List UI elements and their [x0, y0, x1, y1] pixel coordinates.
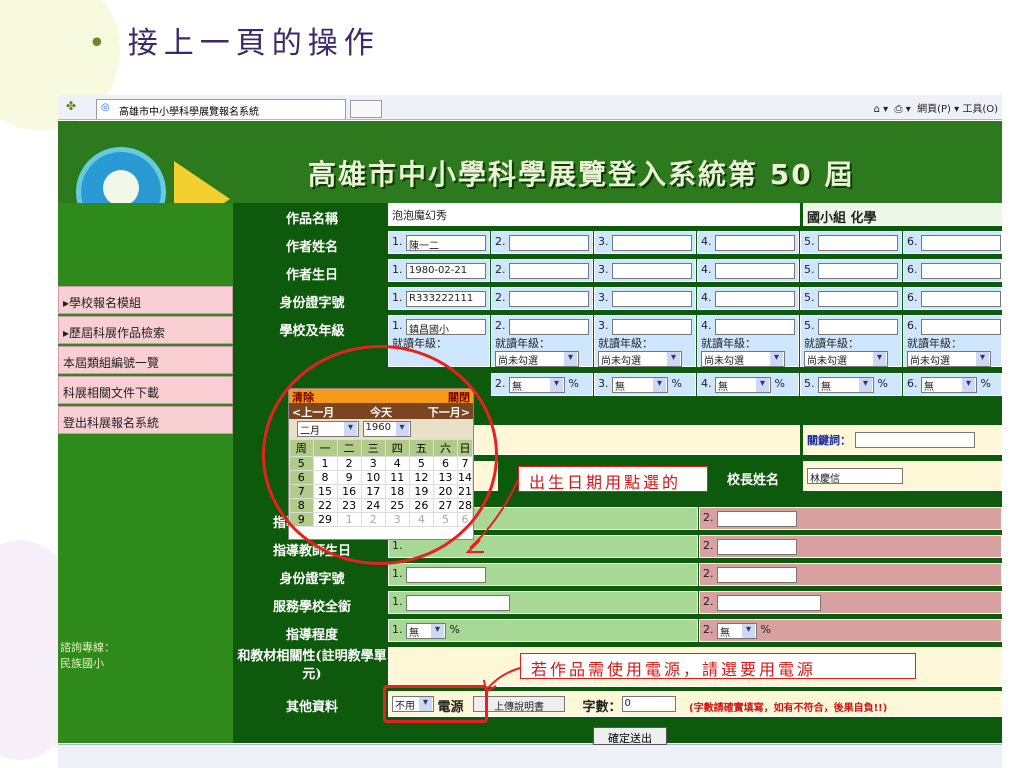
relation-label: 和教材相關性(註明教學單元)	[237, 649, 387, 682]
toolbar-menu[interactable]: ⌂ ▾ ⎙ ▾ 網頁(P) ▾ 工具(O)	[874, 100, 998, 115]
id2-input[interactable]	[509, 291, 589, 307]
grade-label: 就讀年級：	[495, 337, 550, 350]
grade-label: 就讀年級：	[701, 337, 756, 350]
power-annotation: 若作品需使用電源，請選要用電源	[520, 653, 916, 679]
teacher-id1-input[interactable]	[406, 567, 486, 583]
work-name-label: 作品名稱	[285, 212, 338, 227]
grade4-select[interactable]: 尚未勾選	[701, 351, 785, 367]
author4-input[interactable]	[715, 235, 795, 251]
teacher-id-label: 身份證字號	[279, 572, 345, 587]
id1-input[interactable]: R333222111	[406, 291, 486, 307]
grade-label: 就讀年級：	[907, 337, 962, 350]
school1-input[interactable]: 鎮昌國小	[406, 319, 486, 336]
sidebar-item-register[interactable]: ▸學校報名模組	[58, 286, 233, 314]
guide1-select[interactable]: 無	[406, 623, 446, 639]
birth2-input[interactable]	[509, 263, 589, 279]
id3-input[interactable]	[612, 291, 692, 307]
percent3-select[interactable]: 無	[612, 377, 668, 393]
id4-input[interactable]	[715, 291, 795, 307]
browser-toolbar: ✤ ◎ 高雄市中小學科學展覽報名系統 ⌂ ▾ ⎙ ▾ 網頁(P) ▾ 工具(O)	[58, 95, 1002, 120]
ie-icon: ◎	[101, 102, 110, 113]
author3-input[interactable]	[612, 235, 692, 251]
power-highlight-box	[383, 685, 488, 723]
count-warning: (字數請確實填寫，如有不符合，後果自負!!)	[689, 703, 888, 714]
id6-input[interactable]	[921, 291, 1001, 307]
principal-label: 校長姓名	[726, 473, 779, 488]
teacher-school2-input[interactable]	[717, 595, 821, 611]
percent2-select[interactable]: 無	[509, 377, 565, 393]
submit-button[interactable]: 確定送出	[593, 727, 667, 745]
school2-input[interactable]	[509, 319, 589, 335]
birth6-input[interactable]	[921, 263, 1001, 279]
teacher-birth2-input[interactable]	[717, 539, 797, 555]
sidebar-item-categories[interactable]: 本屆類組編號一覽	[58, 346, 233, 374]
grade2-select[interactable]: 尚未勾選	[495, 351, 579, 367]
school4-input[interactable]	[715, 319, 795, 335]
grade5-select[interactable]: 尚未勾選	[804, 351, 888, 367]
principal-input[interactable]: 林慶信	[807, 468, 903, 485]
sidebar-item-documents[interactable]: 科展相關文件下載	[58, 376, 233, 404]
guide-label: 指導程度	[285, 628, 338, 643]
id5-input[interactable]	[818, 291, 898, 307]
site-banner: 高雄市中小學科學展覽登入系統第 50 屆	[58, 121, 1002, 237]
author-label: 作者姓名	[285, 240, 338, 255]
school6-input[interactable]	[921, 319, 1001, 335]
guide2-select[interactable]: 無	[717, 623, 757, 639]
sidebar-item-logout[interactable]: 登出科展報名系統	[58, 406, 233, 434]
percent6-select[interactable]: 無	[921, 377, 977, 393]
grade3-select[interactable]: 尚未勾選	[598, 351, 682, 367]
author1-input[interactable]: 陳一二	[406, 235, 486, 252]
sidebar-footer: 諮詢專線： 民族國小	[60, 641, 115, 670]
category-display: 國小組 化學	[803, 203, 1003, 226]
keyword-input[interactable]	[854, 432, 975, 448]
author6-input[interactable]	[921, 235, 1001, 251]
count-input[interactable]: 0	[621, 696, 676, 712]
keyword-label: 關鍵詞：	[807, 434, 851, 447]
teacher-school-label: 服務學校全銜	[272, 600, 351, 615]
birth-label: 作者生日	[285, 268, 338, 283]
teacher2-input[interactable]	[717, 511, 797, 527]
author5-input[interactable]	[818, 235, 898, 251]
home-icon[interactable]: ⌂ ▾	[874, 104, 889, 115]
birth-annotation: 出生日期用點選的	[518, 466, 708, 492]
grade6-select[interactable]: 尚未勾選	[907, 351, 991, 367]
id-label: 身份證字號	[279, 296, 345, 311]
favorites-icon[interactable]: ✤	[66, 99, 76, 113]
new-tab-button[interactable]	[350, 100, 382, 118]
other-label: 其他資料	[285, 700, 338, 715]
print-icon[interactable]: ⎙ ▾	[895, 104, 911, 115]
grade-label: 就讀年級：	[598, 337, 653, 350]
count-label: 字數：	[582, 700, 622, 715]
sidebar-item-search[interactable]: ▸歷屆科展作品檢索	[58, 316, 233, 344]
teacher-id2-input[interactable]	[717, 567, 797, 583]
grade-label: 就讀年級：	[804, 337, 859, 350]
percent4-select[interactable]: 無	[715, 377, 771, 393]
author2-input[interactable]	[509, 235, 589, 251]
school5-input[interactable]	[818, 319, 898, 335]
browser-tab[interactable]: ◎ 高雄市中小學科學展覽報名系統	[96, 99, 346, 119]
percent5-select[interactable]: 無	[818, 377, 874, 393]
status-bar	[58, 744, 1002, 768]
birth3-input[interactable]	[612, 263, 692, 279]
highlight-circle	[262, 345, 498, 565]
school3-input[interactable]	[612, 319, 692, 335]
teacher-school1-input[interactable]	[406, 595, 510, 611]
birth5-input[interactable]	[818, 263, 898, 279]
birth4-input[interactable]	[715, 263, 795, 279]
work-name-field[interactable]: 泡泡魔幻秀	[388, 203, 800, 226]
slide-bullet: • 接上一頁的操作	[88, 26, 380, 61]
birth1-input[interactable]: 1980-02-21	[406, 263, 486, 279]
banner-title: 高雄市中小學科學展覽登入系統第 50 屆	[308, 158, 855, 191]
